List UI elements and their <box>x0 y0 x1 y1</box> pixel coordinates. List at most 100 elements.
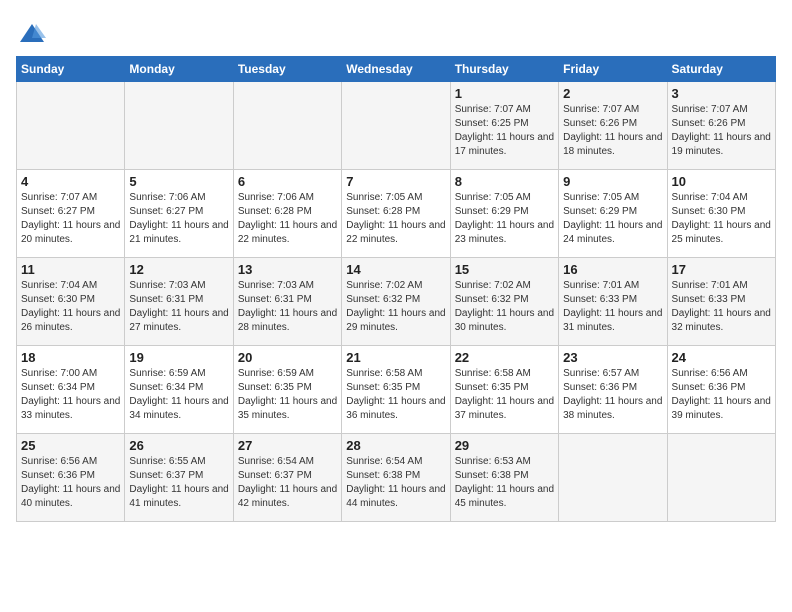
day-number: 10 <box>672 174 771 189</box>
day-cell-2: 2 Sunrise: 7:07 AM Sunset: 6:26 PM Daylig… <box>559 82 667 170</box>
day-cell-26: 26 Sunrise: 6:55 AM Sunset: 6:37 PM Dayli… <box>125 434 233 522</box>
day-info: Sunrise: 7:01 AM Sunset: 6:33 PM Dayligh… <box>563 279 662 335</box>
day-cell-19: 19 Sunrise: 6:59 AM Sunset: 6:34 PM Dayli… <box>125 346 233 434</box>
day-info: Sunrise: 7:06 AM Sunset: 6:27 PM Dayligh… <box>129 191 228 247</box>
day-cell-9: 9Sunrise: 7:05 AM Sunset: 6:29 PM Daylig… <box>559 170 667 258</box>
day-number: 2 <box>563 86 662 101</box>
day-cell-21: 21 Sunrise: 6:58 AM Sunset: 6:35 PM Dayli… <box>342 346 450 434</box>
day-info: Sunrise: 7:01 AM Sunset: 6:33 PM Dayligh… <box>672 279 771 335</box>
day-info: Sunrise: 7:03 AM Sunset: 6:31 PM Dayligh… <box>238 279 337 335</box>
day-info: Sunrise: 7:02 AM Sunset: 6:32 PM Dayligh… <box>346 279 445 335</box>
empty-cell <box>17 82 125 170</box>
day-info: Sunrise: 7:04 AM Sunset: 6:30 PM Dayligh… <box>672 191 771 247</box>
day-number: 11 <box>21 262 120 277</box>
day-info: Sunrise: 7:05 AM Sunset: 6:28 PM Dayligh… <box>346 191 445 247</box>
day-info: Sunrise: 7:07 AM Sunset: 6:26 PM Dayligh… <box>563 103 662 159</box>
day-number: 26 <box>129 438 228 453</box>
day-info: Sunrise: 6:55 AM Sunset: 6:37 PM Dayligh… <box>129 455 228 511</box>
day-number: 24 <box>672 350 771 365</box>
day-number: 14 <box>346 262 445 277</box>
day-cell-12: 12 Sunrise: 7:03 AM Sunset: 6:31 PM Dayli… <box>125 258 233 346</box>
day-number: 27 <box>238 438 337 453</box>
day-cell-10: 10 Sunrise: 7:04 AM Sunset: 6:30 PM Dayli… <box>667 170 775 258</box>
day-number: 5 <box>129 174 228 189</box>
day-number: 4 <box>21 174 120 189</box>
col-header-wednesday: Wednesday <box>342 57 450 82</box>
day-number: 19 <box>129 350 228 365</box>
logo <box>16 20 46 48</box>
day-number: 25 <box>21 438 120 453</box>
day-info: Sunrise: 6:59 AM Sunset: 6:34 PM Dayligh… <box>129 367 228 423</box>
day-info: Sunrise: 6:54 AM Sunset: 6:37 PM Dayligh… <box>238 455 337 511</box>
day-cell-16: 16 Sunrise: 7:01 AM Sunset: 6:33 PM Dayli… <box>559 258 667 346</box>
day-number: 20 <box>238 350 337 365</box>
empty-cell <box>667 434 775 522</box>
day-cell-7: 7 Sunrise: 7:05 AM Sunset: 6:28 PM Daylig… <box>342 170 450 258</box>
day-info: Sunrise: 7:03 AM Sunset: 6:31 PM Dayligh… <box>129 279 228 335</box>
day-info: Sunrise: 6:57 AM Sunset: 6:36 PM Dayligh… <box>563 367 662 423</box>
day-cell-18: 18 Sunrise: 7:00 AM Sunset: 6:34 PM Dayli… <box>17 346 125 434</box>
day-cell-24: 24 Sunrise: 6:56 AM Sunset: 6:36 PM Dayli… <box>667 346 775 434</box>
col-header-sunday: Sunday <box>17 57 125 82</box>
empty-cell <box>233 82 341 170</box>
day-cell-25: 25 Sunrise: 6:56 AM Sunset: 6:36 PM Dayli… <box>17 434 125 522</box>
day-cell-3: 3 Sunrise: 7:07 AM Sunset: 6:26 PM Daylig… <box>667 82 775 170</box>
day-number: 18 <box>21 350 120 365</box>
col-header-saturday: Saturday <box>667 57 775 82</box>
day-info: Sunrise: 7:04 AM Sunset: 6:30 PM Dayligh… <box>21 279 120 335</box>
page-header <box>16 16 776 48</box>
day-cell-13: 13 Sunrise: 7:03 AM Sunset: 6:31 PM Dayli… <box>233 258 341 346</box>
day-info: Sunrise: 7:07 AM Sunset: 6:27 PM Dayligh… <box>21 191 120 247</box>
day-number: 22 <box>455 350 554 365</box>
day-number: 21 <box>346 350 445 365</box>
logo-icon <box>18 20 46 48</box>
day-info: Sunrise: 7:07 AM Sunset: 6:26 PM Dayligh… <box>672 103 771 159</box>
day-info: Sunrise: 6:58 AM Sunset: 6:35 PM Dayligh… <box>346 367 445 423</box>
day-number: 29 <box>455 438 554 453</box>
day-info: Sunrise: 7:00 AM Sunset: 6:34 PM Dayligh… <box>21 367 120 423</box>
day-cell-17: 17Sunrise: 7:01 AM Sunset: 6:33 PM Dayli… <box>667 258 775 346</box>
day-number: 12 <box>129 262 228 277</box>
day-cell-28: 28 Sunrise: 6:54 AM Sunset: 6:38 PM Dayli… <box>342 434 450 522</box>
day-number: 8 <box>455 174 554 189</box>
day-info: Sunrise: 6:58 AM Sunset: 6:35 PM Dayligh… <box>455 367 554 423</box>
day-info: Sunrise: 6:56 AM Sunset: 6:36 PM Dayligh… <box>21 455 120 511</box>
day-number: 16 <box>563 262 662 277</box>
day-number: 13 <box>238 262 337 277</box>
day-number: 28 <box>346 438 445 453</box>
day-info: Sunrise: 7:05 AM Sunset: 6:29 PM Dayligh… <box>455 191 554 247</box>
day-number: 9 <box>563 174 662 189</box>
day-number: 15 <box>455 262 554 277</box>
day-cell-23: 23 Sunrise: 6:57 AM Sunset: 6:36 PM Dayli… <box>559 346 667 434</box>
day-cell-29: 29 Sunrise: 6:53 AM Sunset: 6:38 PM Dayli… <box>450 434 558 522</box>
col-header-monday: Monday <box>125 57 233 82</box>
day-info: Sunrise: 6:59 AM Sunset: 6:35 PM Dayligh… <box>238 367 337 423</box>
day-number: 1 <box>455 86 554 101</box>
day-cell-8: 8 Sunrise: 7:05 AM Sunset: 6:29 PM Daylig… <box>450 170 558 258</box>
day-cell-11: 11 Sunrise: 7:04 AM Sunset: 6:30 PM Dayli… <box>17 258 125 346</box>
empty-cell <box>559 434 667 522</box>
day-cell-27: 27 Sunrise: 6:54 AM Sunset: 6:37 PM Dayli… <box>233 434 341 522</box>
day-info: Sunrise: 7:02 AM Sunset: 6:32 PM Dayligh… <box>455 279 554 335</box>
col-header-friday: Friday <box>559 57 667 82</box>
day-cell-6: 6Sunrise: 7:06 AM Sunset: 6:28 PM Daylig… <box>233 170 341 258</box>
col-header-tuesday: Tuesday <box>233 57 341 82</box>
day-info: Sunrise: 7:07 AM Sunset: 6:25 PM Dayligh… <box>455 103 554 159</box>
day-cell-15: 15 Sunrise: 7:02 AM Sunset: 6:32 PM Dayli… <box>450 258 558 346</box>
empty-cell <box>342 82 450 170</box>
day-cell-5: 5 Sunrise: 7:06 AM Sunset: 6:27 PM Daylig… <box>125 170 233 258</box>
day-cell-22: 22 Sunrise: 6:58 AM Sunset: 6:35 PM Dayli… <box>450 346 558 434</box>
day-number: 7 <box>346 174 445 189</box>
col-header-thursday: Thursday <box>450 57 558 82</box>
day-number: 23 <box>563 350 662 365</box>
day-cell-14: 14 Sunrise: 7:02 AM Sunset: 6:32 PM Dayli… <box>342 258 450 346</box>
day-cell-1: 1 Sunrise: 7:07 AM Sunset: 6:25 PM Daylig… <box>450 82 558 170</box>
calendar-table: SundayMondayTuesdayWednesdayThursdayFrid… <box>16 56 776 522</box>
day-info: Sunrise: 6:53 AM Sunset: 6:38 PM Dayligh… <box>455 455 554 511</box>
day-info: Sunrise: 7:06 AM Sunset: 6:28 PM Dayligh… <box>238 191 337 247</box>
day-cell-20: 20 Sunrise: 6:59 AM Sunset: 6:35 PM Dayli… <box>233 346 341 434</box>
empty-cell <box>125 82 233 170</box>
day-number: 3 <box>672 86 771 101</box>
day-info: Sunrise: 6:56 AM Sunset: 6:36 PM Dayligh… <box>672 367 771 423</box>
day-info: Sunrise: 6:54 AM Sunset: 6:38 PM Dayligh… <box>346 455 445 511</box>
